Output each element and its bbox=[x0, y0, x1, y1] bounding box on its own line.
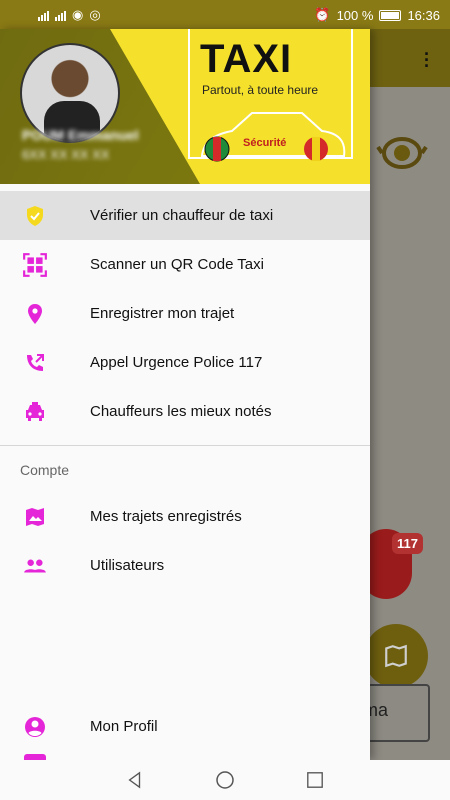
signal-3g-icon bbox=[55, 10, 66, 21]
battery-icon bbox=[379, 9, 402, 21]
alarm-icon: ⏰ bbox=[314, 7, 331, 22]
section-title-account: Compte bbox=[20, 462, 70, 478]
taxi-icon bbox=[22, 399, 48, 425]
menu-item-saved-trips[interactable]: Mes trajets enregistrés bbox=[0, 492, 370, 541]
battery-text: 100 % bbox=[336, 7, 374, 23]
hotspot-icon: ◎ bbox=[89, 7, 101, 22]
menu-item-top-drivers[interactable]: Chauffeurs les mieux notés bbox=[0, 387, 370, 436]
menu-item-label: Mes trajets enregistrés bbox=[90, 508, 242, 525]
menu-item-label: Appel Urgence Police 117 bbox=[90, 354, 263, 371]
menu-item-label: Enregistrer mon trajet bbox=[90, 305, 235, 322]
menu-item-scan-qr[interactable]: Scanner un QR Code Taxi bbox=[0, 240, 370, 289]
taxi-logo-tagline: Partout, à toute heure bbox=[202, 83, 319, 97]
user-name: POUM Emmanuel bbox=[22, 127, 139, 143]
menu-item-label: Mon Profil bbox=[90, 718, 158, 735]
location-pin-icon bbox=[22, 301, 48, 327]
account-circle-icon bbox=[22, 714, 48, 740]
drawer-menu-bottom: Mon Profil bbox=[0, 702, 370, 751]
wifi-icon: ◉ bbox=[72, 7, 84, 22]
back-icon[interactable] bbox=[115, 760, 155, 800]
menu-item-record-trip[interactable]: Enregistrer mon trajet bbox=[0, 289, 370, 338]
menu-item-verify-driver[interactable]: Vérifier un chauffeur de taxi bbox=[0, 191, 370, 240]
overflow-menu-icon[interactable]: · · · bbox=[424, 45, 430, 75]
menu-item-users[interactable]: Utilisateurs bbox=[0, 541, 370, 590]
map-icon bbox=[22, 504, 48, 530]
map-icon bbox=[385, 644, 407, 668]
menu-item-label: Vérifier un chauffeur de taxi bbox=[90, 207, 274, 224]
clock: 16:36 bbox=[407, 7, 440, 23]
drawer-header: TAXI Partout, à toute heure Sécurité POU… bbox=[0, 29, 370, 184]
shield-check-icon bbox=[22, 203, 48, 229]
user-phone: 6XX XX XX XX bbox=[22, 147, 110, 162]
system-nav-bar bbox=[0, 760, 450, 800]
menu-item-label: Chauffeurs les mieux notés bbox=[90, 403, 272, 420]
emergency-badge: 117 bbox=[392, 533, 423, 554]
navigation-drawer: TAXI Partout, à toute heure Sécurité POU… bbox=[0, 29, 370, 760]
menu-item-label: Scanner un QR Code Taxi bbox=[90, 256, 264, 273]
menu-item-my-profile[interactable]: Mon Profil bbox=[0, 702, 370, 751]
qr-scan-icon bbox=[22, 252, 48, 278]
signal-4g-icon bbox=[38, 10, 49, 21]
menu-item-police-call[interactable]: Appel Urgence Police 117 bbox=[0, 338, 370, 387]
menu-item-label: Utilisateurs bbox=[90, 557, 165, 574]
detective-icon bbox=[376, 137, 428, 169]
map-fab[interactable] bbox=[364, 624, 428, 688]
taxi-logo-title: TAXI bbox=[200, 37, 293, 81]
drawer-menu: Vérifier un chauffeur de taxi Scanner un… bbox=[0, 191, 370, 590]
recents-icon[interactable] bbox=[295, 760, 335, 800]
group-icon bbox=[22, 553, 48, 579]
home-icon[interactable] bbox=[205, 760, 245, 800]
phone-forward-icon bbox=[22, 350, 48, 376]
car-security-label: Sécurité bbox=[243, 137, 287, 149]
status-bar: ◉ ◎ ⏰ 100 % 16:36 bbox=[0, 0, 450, 29]
taxi-car-icon bbox=[200, 112, 346, 162]
